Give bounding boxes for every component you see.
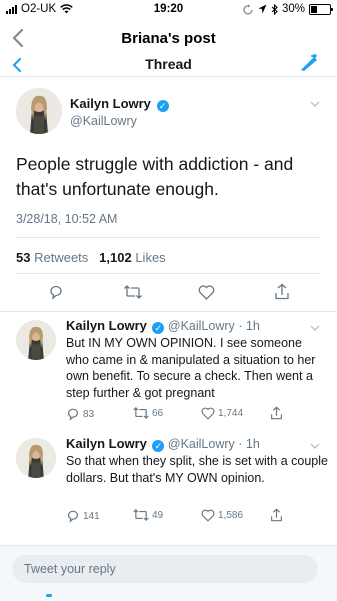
chevron-down-icon [310,443,320,449]
retweet-button[interactable] [124,285,142,299]
like-button[interactable] [198,285,215,300]
location-icon [258,4,267,14]
retweet-icon [133,509,149,521]
like-icon [201,509,215,522]
battery-icon [309,3,333,15]
thread-title: Thread [145,56,192,72]
rotation-lock-icon [243,4,253,14]
retweet-button[interactable]: 49 [133,509,163,521]
bluetooth-icon [271,3,278,15]
retweet-count: 49 [152,509,164,521]
avatar-image [16,438,56,478]
divider [16,273,321,274]
divider [0,311,337,312]
reply-header: Kailyn Lowry ✓ @KailLowry · 1h [66,318,260,334]
reply-actions: 141 49 1,586 [66,508,328,525]
reply-icon [68,408,78,421]
reply-menu-button[interactable] [310,440,320,452]
compose-icon [301,54,317,71]
share-icon [275,283,289,300]
reply-button[interactable] [48,284,64,300]
tweet-menu-button[interactable] [310,98,320,110]
reply-button[interactable]: 141 [66,509,100,523]
thread-header: Thread [0,54,337,77]
like-count: 1,586 [218,510,244,521]
verified-badge-icon: ✓ [152,440,165,452]
tweet-stats: 53 Retweets 1,102 Likes [16,250,166,265]
share-button[interactable] [270,508,283,522]
avatar[interactable] [16,438,56,478]
reply-count: 83 [83,408,95,420]
reply-text: So that when they split, she is set with… [66,454,328,485]
status-right: 30% [243,3,333,15]
avatar-image [16,88,62,134]
reply-count: 141 [83,510,100,522]
reply-text: But IN MY OWN OPINION. I see someone who… [66,336,316,400]
retweets-count: 53 [16,250,31,265]
like-icon [198,285,215,300]
like-count: 1,744 [218,408,244,419]
share-icon [271,406,282,420]
like-icon [201,407,215,420]
avatar[interactable] [16,320,56,360]
reply-author-name[interactable]: Kailyn Lowry [66,318,147,333]
like-button[interactable]: 1,744 [201,407,243,420]
reply-time: · 1h [238,319,260,333]
chevron-down-icon [310,325,320,331]
reply-time: · 1h [238,437,260,451]
retweets-stat[interactable]: 53 Retweets [16,250,92,265]
reply-menu-button[interactable] [310,322,320,334]
compose-button[interactable] [298,54,320,77]
chevron-down-icon [310,101,320,107]
retweet-count: 66 [152,407,164,419]
battery-percent: 30% [281,3,305,15]
tweet-timestamp: 3/28/18, 10:52 AM [16,212,118,226]
status-bar: O2-UK 19:20 30% [0,0,337,20]
like-button[interactable]: 1,586 [201,509,243,522]
reply-author-handle[interactable]: @KailLowry [168,437,235,451]
reply-input[interactable]: Tweet your reply [12,555,318,583]
reply-author-handle[interactable]: @KailLowry [168,319,235,333]
share-button[interactable] [270,406,283,420]
avatar-image [16,320,56,360]
author-name-text: Kailyn Lowry [70,96,151,111]
retweets-label: Retweets [34,250,89,265]
author-name[interactable]: Kailyn Lowry ✓ [70,96,169,112]
likes-label: Likes [135,250,166,265]
tab-indicator [46,594,52,597]
verified-badge-icon: ✓ [156,100,169,112]
retweet-icon [124,285,142,299]
author-handle[interactable]: @KailLowry [70,114,137,128]
likes-stat[interactable]: 1,102 Likes [99,250,166,265]
avatar[interactable] [16,88,62,134]
likes-count: 1,102 [99,250,132,265]
reply-icon [50,285,62,300]
retweet-icon [133,407,149,419]
reply-author-name[interactable]: Kailyn Lowry [66,436,147,451]
reply-icon [68,510,78,523]
tweet-text: People struggle with addiction - and tha… [16,154,294,199]
share-button[interactable] [274,283,290,300]
reply-button[interactable]: 83 [66,407,94,421]
page-title: Briana's post [121,30,216,47]
reply-actions: 83 66 1,744 [66,406,328,423]
share-icon [271,508,282,522]
reply-header: Kailyn Lowry ✓ @KailLowry · 1h [66,436,260,452]
verified-badge-icon: ✓ [152,322,165,334]
retweet-button[interactable]: 66 [133,407,163,419]
divider [16,237,321,238]
nav-bar: Briana's post [0,22,337,54]
